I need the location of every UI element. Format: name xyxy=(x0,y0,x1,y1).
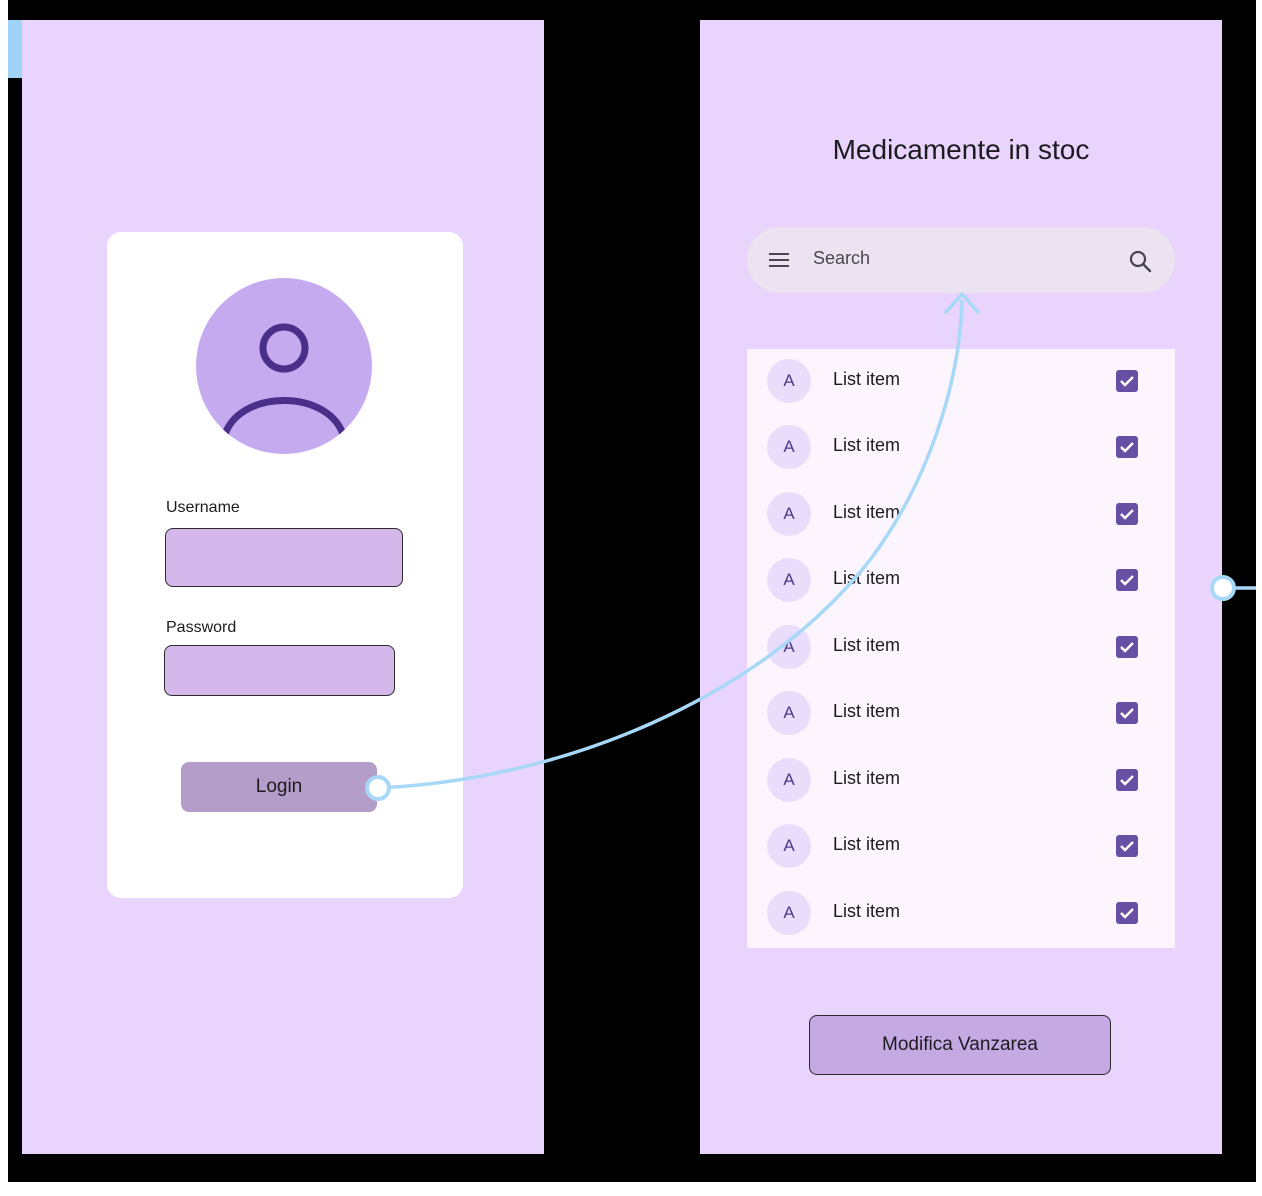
username-label: Username xyxy=(166,499,240,516)
list-item-label: List item xyxy=(833,901,901,921)
list-item-label: List item xyxy=(833,502,901,522)
checkbox-checked-icon[interactable] xyxy=(1116,702,1138,724)
user-icon xyxy=(220,323,348,440)
list-item[interactable]: A List item xyxy=(747,482,1175,548)
list-item[interactable]: A List item xyxy=(747,881,1175,947)
canvas-bottom-edge xyxy=(0,1182,1262,1196)
list-item[interactable]: A List item xyxy=(747,814,1175,880)
list-item-avatar: A xyxy=(767,359,811,403)
search-icon[interactable] xyxy=(1127,248,1153,274)
list-item-avatar: A xyxy=(767,625,811,669)
search-bar[interactable]: Search xyxy=(747,227,1175,293)
list-item[interactable]: A List item xyxy=(747,548,1175,614)
checkbox-checked-icon[interactable] xyxy=(1116,503,1138,525)
search-input[interactable]: Search xyxy=(813,248,870,269)
checkbox-checked-icon[interactable] xyxy=(1116,769,1138,791)
list-item[interactable]: A List item xyxy=(747,681,1175,747)
checkbox-checked-icon[interactable] xyxy=(1116,436,1138,458)
list-item[interactable]: A List item xyxy=(747,349,1175,415)
list-item[interactable]: A List item xyxy=(747,748,1175,814)
menu-icon[interactable] xyxy=(767,250,791,270)
password-field[interactable] xyxy=(164,645,395,696)
list-item-avatar: A xyxy=(767,824,811,868)
medicine-list: A List item A List item A List item A Li… xyxy=(747,349,1175,948)
list-item-label: List item xyxy=(833,435,901,455)
checkbox-checked-icon[interactable] xyxy=(1116,636,1138,658)
list-item-label: List item xyxy=(833,635,901,655)
login-screen-frame: Username Password Login xyxy=(22,20,544,1154)
checkbox-checked-icon[interactable] xyxy=(1116,902,1138,924)
list-item-avatar: A xyxy=(767,492,811,536)
list-item[interactable]: A List item xyxy=(747,615,1175,681)
page-title: Medicamente in stoc xyxy=(832,134,1090,165)
list-item-label: List item xyxy=(833,369,901,389)
list-item-label: List item xyxy=(833,834,901,854)
canvas-right-edge xyxy=(1256,0,1262,1196)
stock-screen-frame: Medicamente in stoc Search A List item A… xyxy=(700,20,1222,1154)
list-item-avatar: A xyxy=(767,425,811,469)
checkbox-checked-icon[interactable] xyxy=(1116,370,1138,392)
checkbox-checked-icon[interactable] xyxy=(1116,835,1138,857)
username-field[interactable] xyxy=(165,528,403,587)
list-item-label: List item xyxy=(833,768,901,788)
user-avatar xyxy=(196,278,372,454)
list-item-avatar: A xyxy=(767,691,811,735)
list-item-label: List item xyxy=(833,701,901,721)
list-item-avatar: A xyxy=(767,891,811,935)
login-button[interactable]: Login xyxy=(181,762,377,812)
list-item-avatar: A xyxy=(767,758,811,802)
list-item-label: List item xyxy=(833,568,901,588)
canvas-left-edge xyxy=(0,0,8,1196)
checkbox-checked-icon[interactable] xyxy=(1116,569,1138,591)
list-item[interactable]: A List item xyxy=(747,415,1175,481)
list-item-avatar: A xyxy=(767,558,811,602)
login-card: Username Password Login xyxy=(107,232,463,898)
modifica-vanzarea-button[interactable]: Modifica Vanzarea xyxy=(809,1015,1111,1075)
frame-selection-handle[interactable] xyxy=(8,20,22,78)
password-label: Password xyxy=(166,619,237,636)
